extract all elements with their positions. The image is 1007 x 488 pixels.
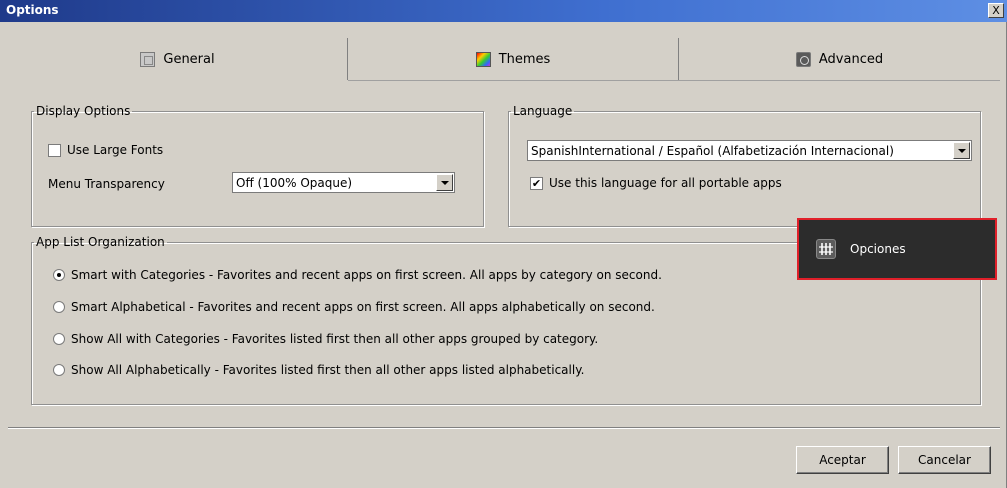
- radio-button[interactable]: [53, 364, 65, 376]
- themes-icon: [475, 51, 491, 67]
- tab-themes[interactable]: Themes: [348, 38, 679, 80]
- app-list-option-label: Show All with Categories - Favorites lis…: [71, 332, 599, 346]
- menu-transparency-select[interactable]: Off (100% Opaque): [232, 172, 455, 193]
- language-legend: Language: [513, 104, 573, 118]
- language-group: Language: [508, 104, 981, 227]
- radio-button[interactable]: [53, 269, 65, 281]
- cancel-button[interactable]: Cancelar: [898, 446, 991, 474]
- chevron-down-icon[interactable]: [436, 174, 453, 191]
- radio-button[interactable]: [53, 333, 65, 345]
- general-icon: [140, 51, 156, 67]
- options-popup-label: Opciones: [850, 242, 906, 256]
- close-button[interactable]: X: [988, 3, 1004, 18]
- advanced-icon: [795, 51, 811, 67]
- radio-button[interactable]: [53, 301, 65, 313]
- app-list-option-all-categories[interactable]: Show All with Categories - Favorites lis…: [53, 332, 598, 346]
- portable-language-label: Use this language for all portable apps: [549, 176, 782, 190]
- language-value: SpanishInternational / Español (Alfabeti…: [531, 144, 894, 158]
- portable-language-checkbox[interactable]: ✔: [530, 176, 543, 190]
- tab-themes-label: Themes: [498, 51, 551, 67]
- tab-general-label: General: [163, 51, 215, 67]
- title-bar[interactable]: Options X: [0, 0, 1007, 22]
- tab-general[interactable]: General: [8, 38, 348, 80]
- ok-button[interactable]: Aceptar: [796, 446, 889, 474]
- options-icon: [816, 239, 836, 259]
- chevron-down-icon[interactable]: [953, 142, 970, 159]
- footer-separator: [8, 427, 1000, 428]
- display-options-group: Display Options: [31, 104, 484, 227]
- options-popup-button[interactable]: Opciones: [797, 218, 997, 280]
- menu-transparency-label: Menu Transparency: [48, 177, 165, 191]
- large-fonts-row[interactable]: Use Large Fonts: [48, 143, 163, 157]
- large-fonts-checkbox[interactable]: [48, 143, 61, 157]
- tab-advanced[interactable]: Advanced: [679, 38, 1000, 80]
- app-list-option-smart-alphabetical[interactable]: Smart Alphabetical - Favorites and recen…: [53, 300, 655, 314]
- app-list-option-label: Show All Alphabetically - Favorites list…: [71, 363, 585, 377]
- window-title: Options: [6, 3, 59, 17]
- options-window: Options X General Themes Advanced Displa…: [0, 0, 1007, 488]
- app-list-option-label: Smart with Categories - Favorites and re…: [71, 268, 662, 282]
- language-select[interactable]: SpanishInternational / Español (Alfabeti…: [527, 140, 972, 161]
- tab-advanced-label: Advanced: [818, 51, 884, 67]
- menu-transparency-value: Off (100% Opaque): [236, 176, 353, 190]
- app-list-option-label: Smart Alphabetical - Favorites and recen…: [71, 300, 655, 314]
- tab-bar: General Themes Advanced: [8, 38, 1000, 80]
- portable-language-row[interactable]: ✔ Use this language for all portable app…: [530, 176, 782, 190]
- tab-divider: [348, 80, 1000, 81]
- app-list-option-smart-categories[interactable]: Smart with Categories - Favorites and re…: [53, 268, 662, 282]
- app-list-option-all-alphabetical[interactable]: Show All Alphabetically - Favorites list…: [53, 363, 584, 377]
- large-fonts-label: Use Large Fonts: [67, 143, 164, 157]
- display-options-legend: Display Options: [36, 104, 131, 118]
- app-list-legend: App List Organization: [36, 235, 165, 249]
- menu-transparency-label-row: Menu Transparency: [48, 177, 165, 191]
